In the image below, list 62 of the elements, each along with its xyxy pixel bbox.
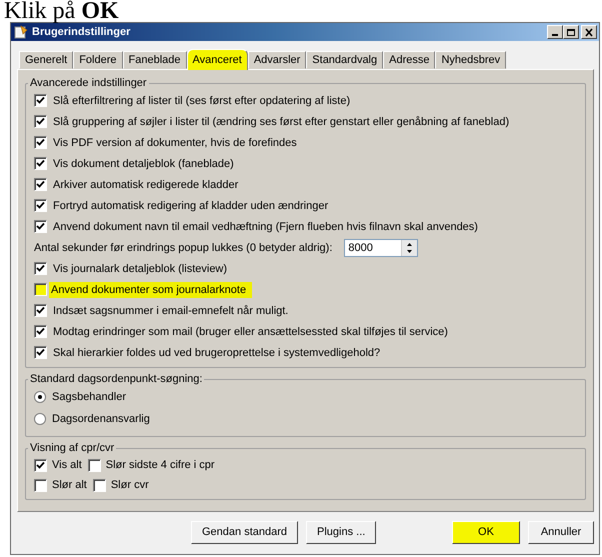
checkbox-label: Indsæt sagsnummer i email-emnefelt når muligt. — [53, 304, 288, 316]
dialog-button[interactable]: Gendan standard — [191, 520, 298, 544]
setting-label: Antal sekunder før erindrings popup lukkes (0 betyder aldrig): — [34, 242, 332, 254]
checkbox-label: Modtag erindringer som mail (bruger eller ansættelsessted skal tilføjes til service) — [53, 326, 448, 338]
checkbox[interactable] — [34, 94, 47, 107]
checkbox[interactable] — [34, 136, 47, 149]
checkbox-label: Vis dokument detaljeblok (faneblade) — [53, 158, 234, 170]
tab[interactable]: Adresse — [383, 51, 436, 69]
tab[interactable]: Standardvalg — [306, 51, 384, 69]
checkbox-label: Slør sidste 4 cifre i cpr — [106, 459, 215, 471]
checkbox-label: Fortryd automatisk redigering af kladder uden ændringer — [53, 200, 328, 212]
checkbox[interactable] — [88, 458, 101, 472]
checkbox[interactable] — [34, 115, 47, 128]
checkbox-label: Vis PDF version af dokumenter, hvis de forefindes — [53, 136, 297, 148]
checkbox-label: Slør cvr — [110, 479, 149, 491]
instruction-text: Klik på OK — [4, 0, 119, 22]
maximize-button[interactable] — [563, 25, 579, 39]
dialog-button[interactable]: OK — [452, 520, 520, 544]
checkbox-label: Anvend dokument navn til email vedhæftning (Fjern flueben hvis filnavn skal anvendes) — [53, 220, 478, 232]
tab[interactable]: Nyhedsbrev — [435, 51, 506, 69]
checkbox[interactable] — [34, 478, 47, 492]
minimize-button[interactable] — [547, 25, 563, 39]
checkbox[interactable] — [34, 325, 47, 338]
checkbox[interactable] — [34, 458, 47, 472]
checkbox-label: Anvend dokumenter som journalarknote — [49, 282, 252, 298]
close-icon — [584, 28, 594, 36]
minimize-icon — [552, 34, 558, 36]
checkbox[interactable] — [34, 346, 47, 359]
tab[interactable]: Advarsler — [248, 51, 306, 69]
checkbox[interactable] — [34, 283, 47, 296]
dialog-button[interactable]: Plugins ... — [306, 520, 376, 544]
checkbox-label: Vis alt — [52, 459, 82, 471]
option-label: Sagsbehandler — [52, 391, 126, 403]
checkbox[interactable] — [34, 220, 47, 233]
checkbox-label: Slør alt — [52, 479, 87, 491]
dialog-button[interactable]: Annuller — [528, 520, 594, 544]
checkbox-label: Arkiver automatisk redigerede kladder — [53, 178, 238, 190]
group-title: Visning af cpr/cvr — [29, 442, 116, 454]
option-label: Dagsordenansvarlig — [52, 413, 150, 425]
checkbox-label: Skal hierarkier foldes ud ved brugeroprettelse i systemvedligehold? — [53, 346, 380, 358]
window-title: Brugerindstillinger — [32, 26, 132, 38]
checkbox[interactable] — [34, 199, 47, 212]
checkbox-label: Slå efterfiltrering af lister til (ses først efter opdatering af liste) — [53, 94, 350, 106]
checkbox[interactable] — [34, 157, 47, 170]
tab[interactable]: Avanceret — [186, 49, 248, 70]
checkbox-label: Slå gruppering af søjler i lister til (ændring ses først efter genstart eller genåbning af faneblad) — [53, 116, 510, 128]
checkbox[interactable] — [34, 304, 47, 317]
group-title: Standard dagsordenpunkt-søgning: — [29, 373, 204, 385]
tab[interactable]: Generelt — [19, 51, 74, 69]
number-spinner[interactable]: 8000 — [344, 238, 418, 256]
checkbox[interactable] — [34, 262, 47, 275]
app-icon — [14, 25, 28, 39]
checkbox[interactable] — [92, 478, 106, 492]
radio-button[interactable] — [34, 391, 46, 403]
radio-button[interactable] — [34, 413, 46, 425]
close-button[interactable] — [581, 25, 597, 39]
tab[interactable]: Foldere — [73, 51, 122, 69]
maximize-icon — [566, 28, 576, 36]
checkbox-label: Vis journalark detaljeblok (listeview) — [53, 262, 228, 274]
tab[interactable]: Faneblade — [122, 51, 186, 69]
group-title: Avancerede indstillinger — [29, 77, 148, 89]
checkbox[interactable] — [34, 178, 47, 191]
